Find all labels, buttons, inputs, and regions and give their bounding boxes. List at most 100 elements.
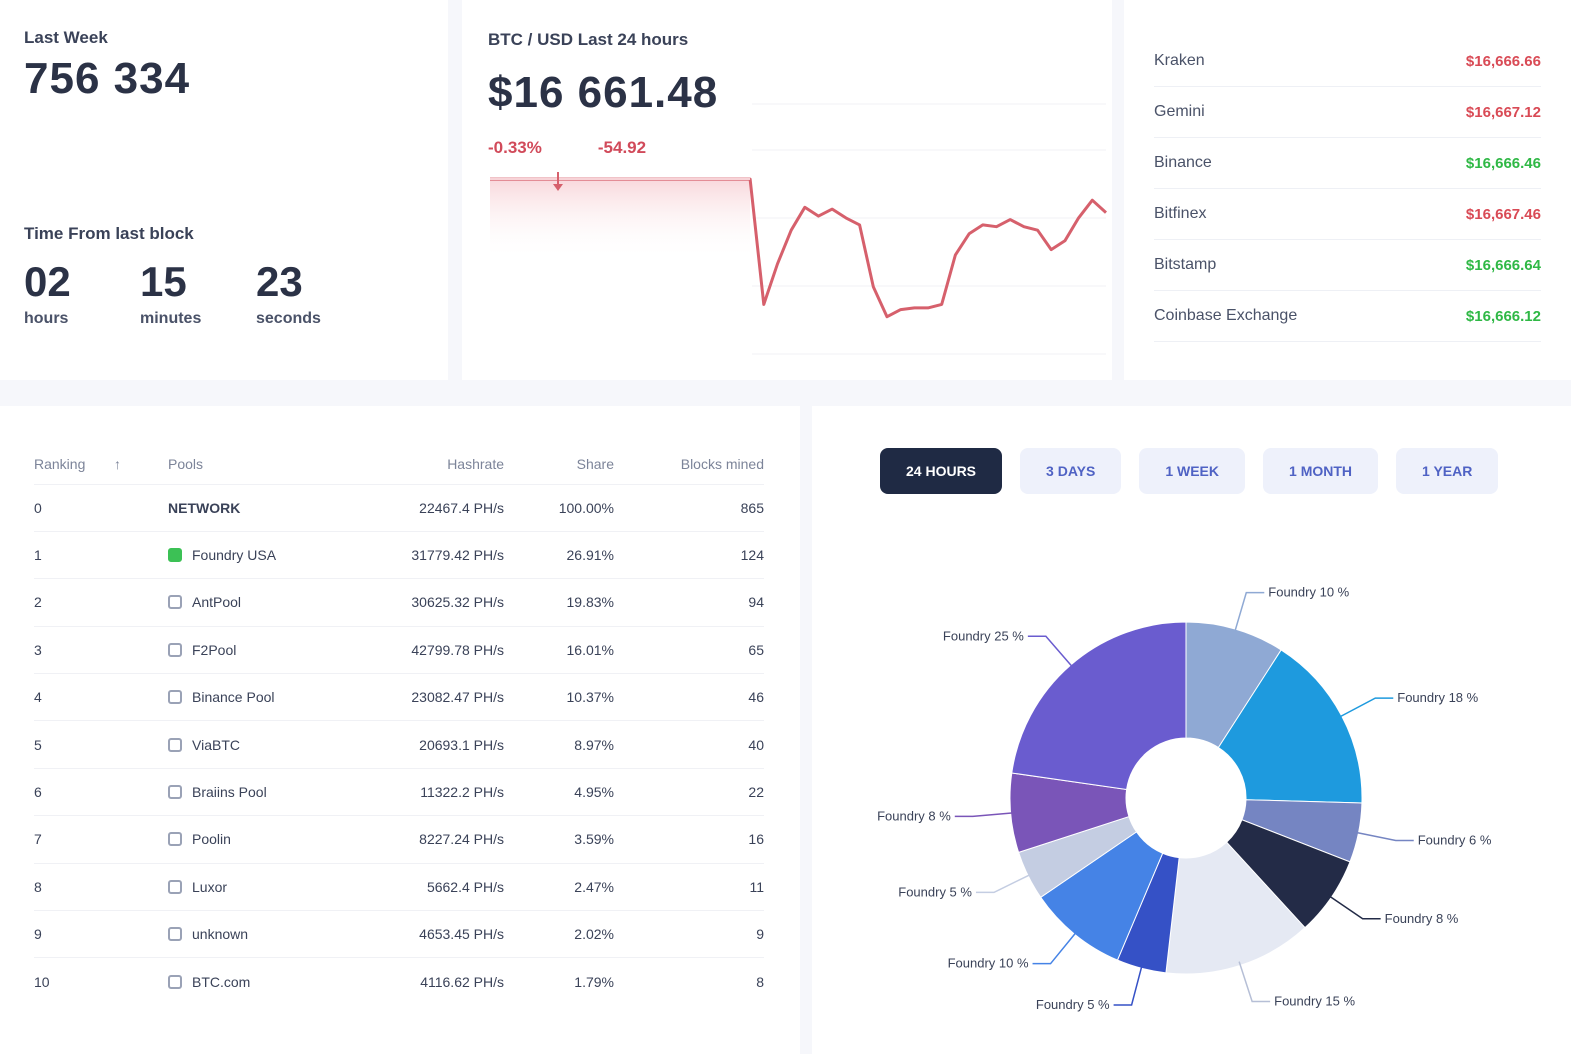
rank-cell: 1 bbox=[34, 530, 114, 579]
pool-name[interactable]: Luxor bbox=[192, 879, 227, 895]
share-cell: 2.02% bbox=[504, 910, 614, 958]
spacer-cell bbox=[114, 673, 168, 721]
table-row[interactable]: 8 Luxor 5662.4 PH/s 2.47% 11 bbox=[34, 862, 764, 911]
header-pool[interactable]: Pools bbox=[168, 444, 374, 484]
table-row[interactable]: 5 ViaBTC 20693.1 PH/s 8.97% 40 bbox=[34, 720, 764, 769]
pie-label-leader bbox=[1238, 961, 1271, 1003]
share-cell: 19.83% bbox=[504, 578, 614, 627]
hashrate-cell: 30625.32 PH/s bbox=[374, 578, 504, 627]
pool-logo-icon bbox=[168, 595, 182, 610]
exchange-row[interactable]: Gemini $16,667.12 bbox=[1154, 87, 1541, 138]
hashrate-cell: 42799.78 PH/s bbox=[374, 625, 504, 674]
share-cell: 16.01% bbox=[504, 625, 614, 674]
timer-seconds: 23 seconds bbox=[256, 258, 372, 328]
pool-cell[interactable]: NETWORK bbox=[168, 483, 374, 532]
pie-label-leader bbox=[1337, 697, 1394, 719]
table-row[interactable]: 6 Braiins Pool 11322.2 PH/s 4.95% 22 bbox=[34, 767, 764, 816]
minutes-label: minutes bbox=[140, 310, 202, 327]
pool-name[interactable]: Binance Pool bbox=[192, 689, 275, 705]
timer-hours: 02 hours bbox=[24, 258, 140, 328]
hours-value: 02 bbox=[24, 258, 71, 305]
btc-area-fill bbox=[490, 179, 751, 260]
share-cell: 100.00% bbox=[504, 483, 614, 532]
header-blocks[interactable]: Blocks mined bbox=[614, 444, 764, 484]
rank-cell: 7 bbox=[34, 815, 114, 864]
pool-logo-icon bbox=[168, 879, 182, 894]
pool-name[interactable]: BTC.com bbox=[192, 974, 250, 990]
exchange-row[interactable]: Kraken $16,666.66 bbox=[1154, 36, 1541, 87]
table-row[interactable]: 4 Binance Pool 23082.47 PH/s 10.37% 46 bbox=[34, 673, 764, 721]
share-cell: 1.79% bbox=[504, 957, 614, 1006]
blocks-cell: 94 bbox=[614, 578, 764, 627]
share-cell: 26.91% bbox=[504, 530, 614, 579]
table-row[interactable]: 0 NETWORK 22467.4 PH/s 100.00% 865 bbox=[34, 483, 764, 532]
pool-cell[interactable]: AntPool bbox=[168, 578, 374, 627]
header-hashrate-label: Hashrate bbox=[447, 455, 504, 472]
pie-slice-label: Foundry 18 % bbox=[1397, 690, 1478, 705]
pool-logo-icon bbox=[168, 690, 182, 705]
exchange-list: Kraken $16,666.66 Gemini $16,667.12 Binance $… bbox=[1154, 36, 1541, 342]
hashrate-cell: 4653.45 PH/s bbox=[374, 910, 504, 958]
table-row[interactable]: 9 unknown 4653.45 PH/s 2.02% 9 bbox=[34, 910, 764, 958]
spacer-cell bbox=[114, 957, 168, 1006]
pool-name[interactable]: Poolin bbox=[192, 831, 231, 847]
header-ranking-label: Ranking bbox=[34, 455, 86, 472]
pool-cell[interactable]: BTC.com bbox=[168, 957, 374, 1006]
rank-cell: 3 bbox=[34, 625, 114, 674]
pool-cell[interactable]: Poolin bbox=[168, 815, 374, 864]
sort-icon[interactable]: ↑ bbox=[114, 456, 121, 472]
hashrate-cell: 31779.42 PH/s bbox=[374, 530, 504, 579]
exchange-price: $16,666.64 bbox=[1465, 256, 1541, 274]
exchange-row[interactable]: Binance $16,666.46 bbox=[1154, 138, 1541, 189]
share-cell: 10.37% bbox=[504, 673, 614, 721]
table-row[interactable]: 10 BTC.com 4116.62 PH/s 1.79% 8 bbox=[34, 957, 764, 1006]
header-sort[interactable]: ↑ bbox=[114, 444, 168, 484]
header-ranking[interactable]: Ranking bbox=[34, 444, 114, 484]
pie-slice-label: Foundry 10 % bbox=[1268, 585, 1349, 600]
pool-name[interactable]: AntPool bbox=[192, 594, 241, 610]
pool-name[interactable]: ViaBTC bbox=[192, 737, 240, 753]
pool-cell[interactable]: F2Pool bbox=[168, 625, 374, 674]
share-cell: 4.95% bbox=[504, 767, 614, 816]
rank-cell: 2 bbox=[34, 578, 114, 627]
pool-cell[interactable]: Binance Pool bbox=[168, 673, 374, 721]
pool-name[interactable]: Foundry USA bbox=[192, 547, 276, 563]
pool-cell[interactable]: Foundry USA bbox=[168, 530, 374, 579]
table-row[interactable]: 2 AntPool 30625.32 PH/s 19.83% 94 bbox=[34, 578, 764, 627]
pie-label-leader bbox=[975, 873, 1032, 894]
rank-cell: 0 bbox=[34, 483, 114, 532]
table-row[interactable]: 3 F2Pool 42799.78 PH/s 16.01% 65 bbox=[34, 625, 764, 674]
pool-cell[interactable]: Luxor bbox=[168, 862, 374, 911]
timer-title: Time From last block bbox=[24, 224, 194, 243]
exchange-prices-card: Kraken $16,666.66 Gemini $16,667.12 Binance $… bbox=[1124, 0, 1571, 380]
pool-name[interactable]: F2Pool bbox=[192, 642, 236, 658]
exchange-price: $16,666.66 bbox=[1465, 52, 1541, 70]
pie-slice[interactable] bbox=[1011, 621, 1187, 791]
table-row[interactable]: 7 Poolin 8227.24 PH/s 3.59% 16 bbox=[34, 815, 764, 864]
exchange-row[interactable]: Bitstamp $16,666.64 bbox=[1154, 240, 1541, 291]
spacer-cell bbox=[114, 767, 168, 816]
pool-share-card: 24 HOURS 3 DAYS 1 WEEK 1 MONTH 1 YEAR Foundr… bbox=[812, 406, 1571, 1054]
pool-name[interactable]: NETWORK bbox=[168, 500, 240, 516]
btc-change-percent: -0.33% bbox=[488, 138, 542, 157]
header-share-label: Share bbox=[576, 455, 614, 472]
header-hashrate[interactable]: Hashrate bbox=[374, 444, 504, 484]
pool-cell[interactable]: Braiins Pool bbox=[168, 767, 374, 816]
exchange-row[interactable]: Coinbase Exchange $16,666.12 bbox=[1154, 291, 1541, 342]
pool-name[interactable]: Braiins Pool bbox=[192, 784, 267, 800]
table-row[interactable]: 1 Foundry USA 31779.42 PH/s 26.91% 124 bbox=[34, 530, 764, 579]
exchange-row[interactable]: Bitfinex $16,667.46 bbox=[1154, 189, 1541, 240]
header-share[interactable]: Share bbox=[504, 444, 614, 484]
exchange-name: Kraken bbox=[1154, 52, 1205, 69]
pool-rows: 0 NETWORK 22467.4 PH/s 100.00% 865 1 Foundry U… bbox=[34, 483, 764, 1006]
spacer-cell bbox=[114, 483, 168, 532]
share-cell: 3.59% bbox=[504, 815, 614, 864]
rank-cell: 9 bbox=[34, 910, 114, 958]
spacer-cell bbox=[114, 910, 168, 958]
pool-cell[interactable]: unknown bbox=[168, 910, 374, 958]
spacer-cell bbox=[114, 815, 168, 864]
pool-cell[interactable]: ViaBTC bbox=[168, 720, 374, 769]
pie-label-leader bbox=[954, 811, 1015, 818]
pool-name[interactable]: unknown bbox=[192, 926, 248, 942]
blocks-cell: 22 bbox=[614, 767, 764, 816]
